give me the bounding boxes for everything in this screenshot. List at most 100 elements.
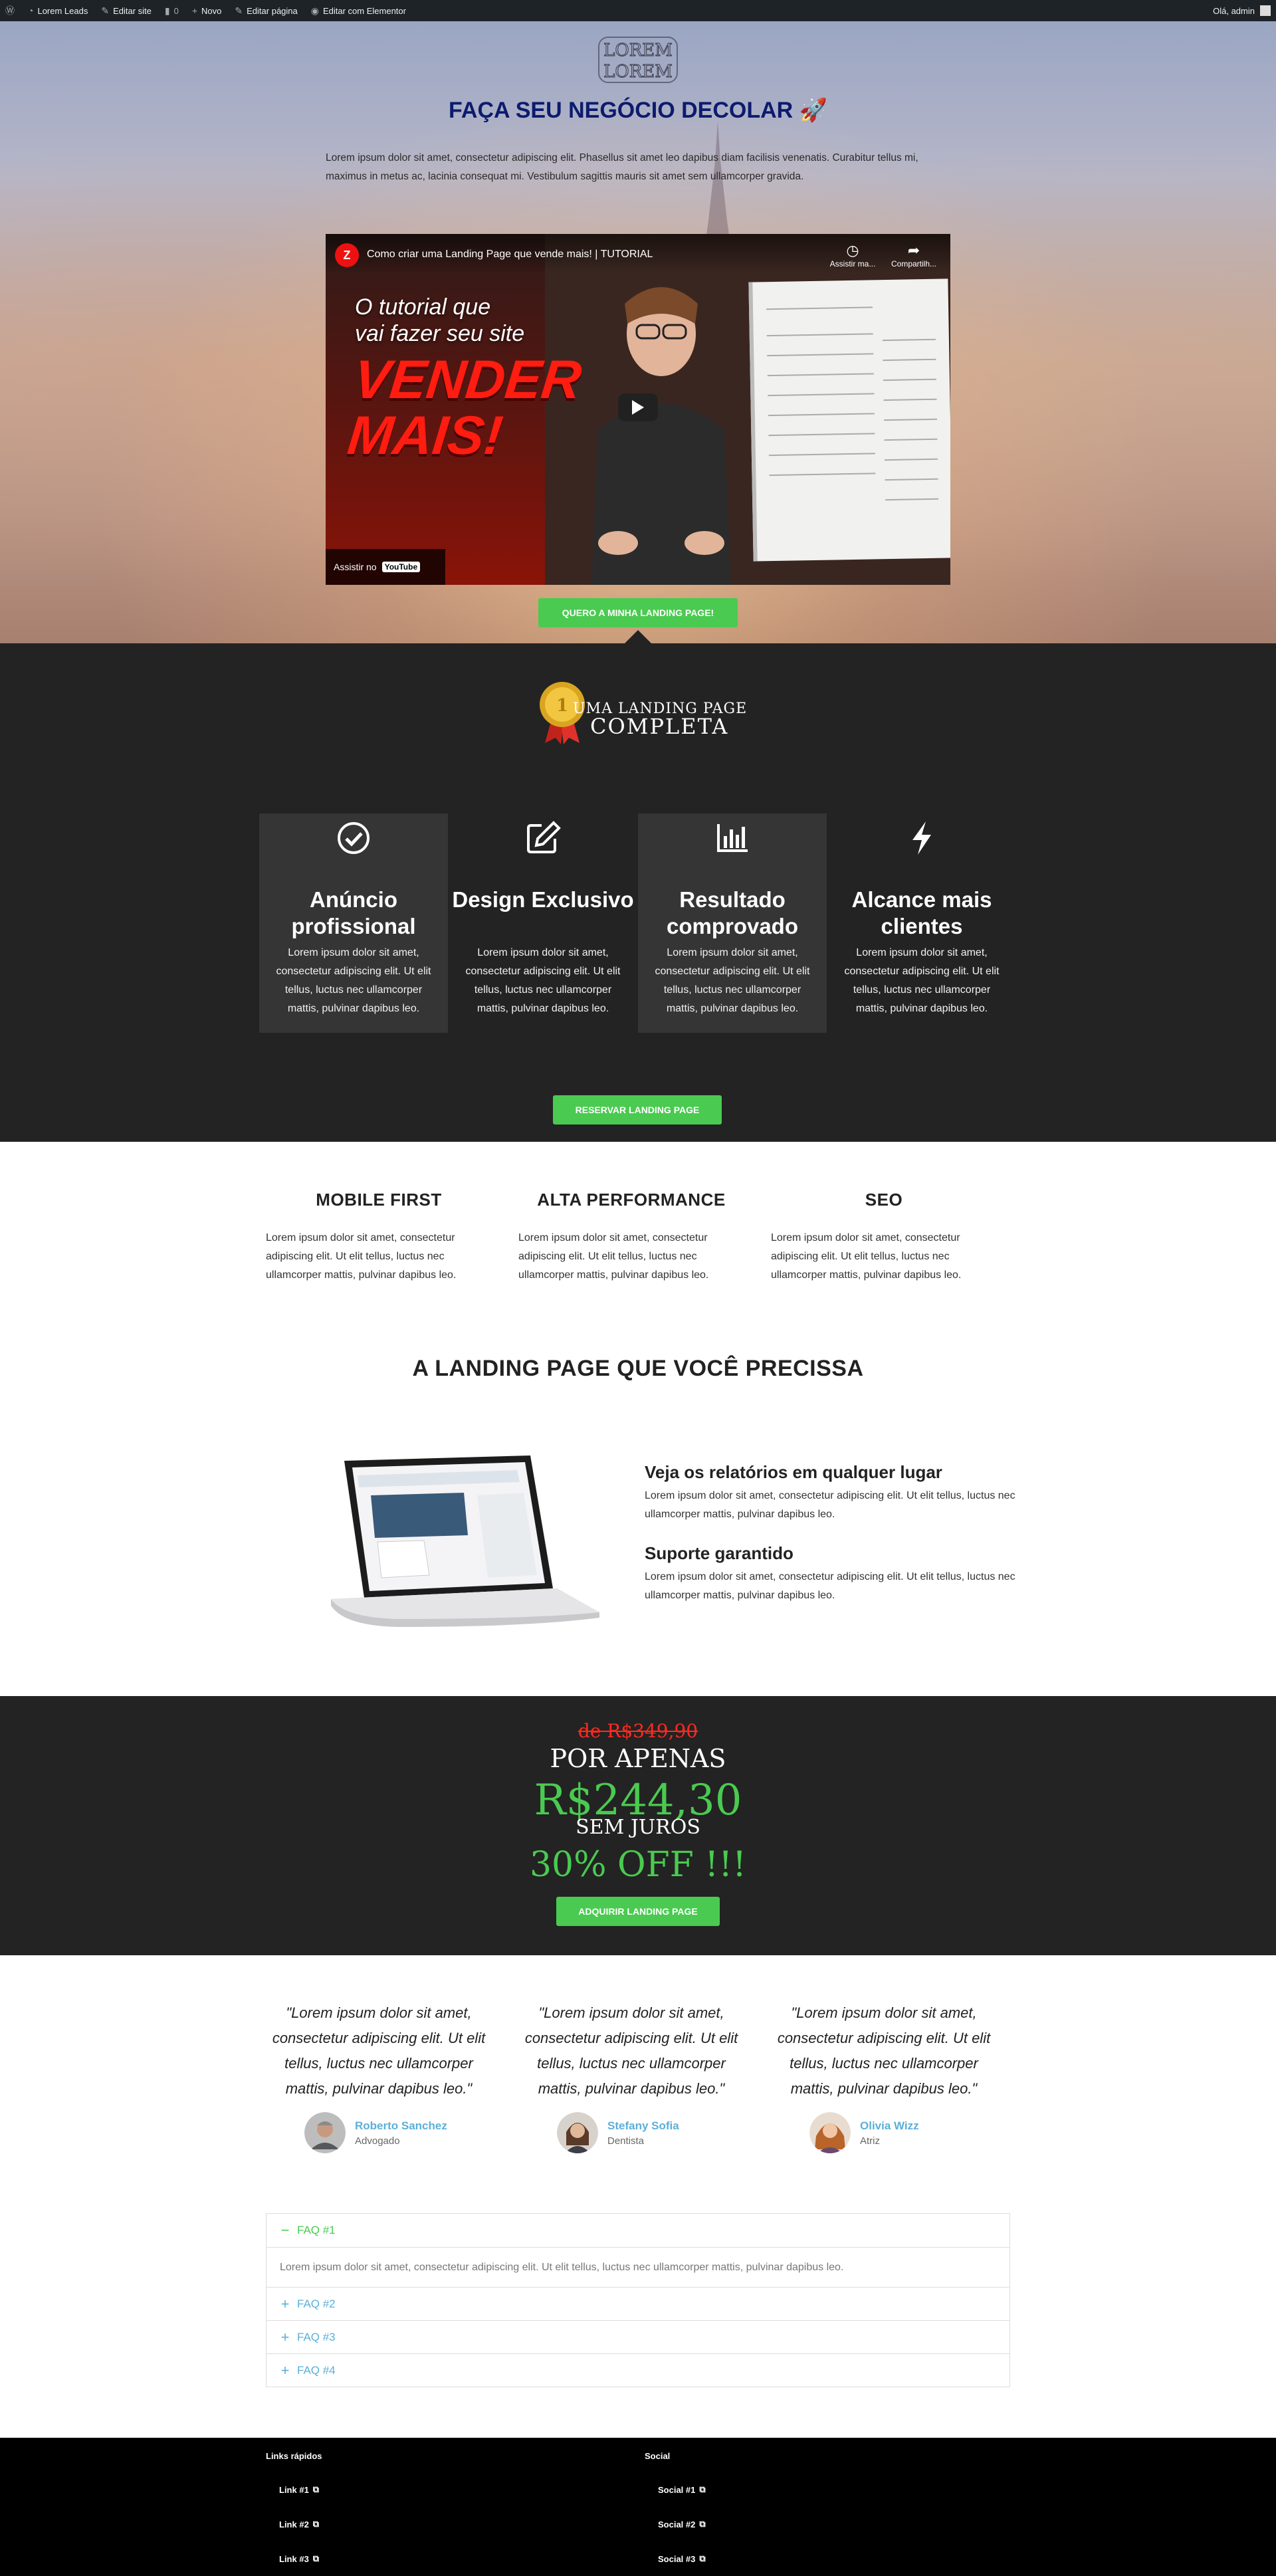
share-arrow-icon: ➦ [907,242,920,259]
watch-later-button[interactable]: ◷ Assistir ma... [823,242,883,268]
elementor-link[interactable]: ◉ Editar com Elementor [311,5,406,17]
support-text: Lorem ipsum dolor sit amet, consectetur … [645,1571,1015,1601]
account-menu[interactable]: Olá, admin [1213,5,1271,16]
reserve-button[interactable]: RESERVAR LANDING PAGE [553,1095,722,1125]
social-link[interactable]: Social #1 ⧉ [658,2484,706,2495]
edit-site-link[interactable]: ✎ Editar site [101,5,152,17]
badge-title-line2: COMPLETA [590,714,729,739]
plus-icon: + [280,2328,290,2345]
feature-title: Alcance mais clientes [851,887,992,938]
quick-links-title: Links rápidos [266,2451,322,2461]
external-link-icon: ⧉ [312,2484,320,2494]
edit-icon [449,820,637,856]
plus-icon: + [191,5,198,16]
faq-toggle[interactable]: + FAQ #2 [266,2287,1010,2320]
social-link[interactable]: Social #3 ⧉ [658,2553,706,2564]
site-name-link[interactable]: ◔ Lorem Leads [28,5,88,16]
share-button[interactable]: ➦ Compartilh... [884,242,944,268]
faq-toggle[interactable]: − FAQ #1 [266,2214,1010,2247]
testimonial-name[interactable]: Olivia Wizz [860,2119,919,2133]
report-title: Veja os relatórios em qualquer lugar [645,1462,942,1482]
logo-text-top: LOREM [603,41,673,60]
video-title[interactable]: Como criar uma Landing Page que vende ma… [367,249,653,261]
column-text: Lorem ipsum dolor sit amet, consectetur … [771,1232,962,1281]
feature-title: Design Exclusivo [452,887,634,912]
footer-link[interactable]: Link #3 ⧉ [279,2553,319,2564]
plus-icon: + [280,2361,290,2379]
pencil-icon: ✎ [235,5,243,16]
plus-icon: + [280,2295,290,2312]
testimonial-name[interactable]: Stefany Sofia [607,2119,679,2133]
external-link-icon: ⧉ [699,2484,706,2494]
watch-on-youtube-link[interactable]: Assistir no YouTube [326,549,445,585]
hero-description: Lorem ipsum dolor sit amet, consectetur … [326,152,918,182]
testimonial: "Lorem ipsum dolor sit amet, consectetur… [518,2000,744,2153]
feature-text: Lorem ipsum dolor sit amet, consectetur … [276,947,431,1014]
new-content-link[interactable]: + Novo [192,5,222,16]
info-column: MOBILE FIRST Lorem ipsum dolor sit amet,… [266,1190,492,1285]
column-title: ALTA PERFORMANCE [537,1190,726,1210]
feature-text: Lorem ipsum dolor sit amet, consectetur … [655,947,810,1014]
testimonial-role: Dentista [607,2135,645,2147]
feature-card: Design Exclusivo Lorem ipsum dolor sit a… [449,813,637,1033]
wordpress-logo-icon[interactable]: Ⓦ [5,4,15,17]
column-text: Lorem ipsum dolor sit amet, consectetur … [518,1232,709,1281]
external-link-icon: ⧉ [312,2519,320,2529]
dashboard-icon: ◔ [28,5,34,16]
footer-link[interactable]: Link #2 ⧉ [279,2519,319,2529]
site-footer: Links rápidos Social Link #1 ⧉ Link #2 ⧉ L… [0,2438,1276,2576]
faq-accordion: − FAQ #1 Lorem ipsum dolor sit amet, cons… [266,2213,1010,2387]
testimonial-role: Atriz [860,2135,880,2147]
testimonial-quote: "Lorem ipsum dolor sit amet, consectetur… [272,2004,486,2097]
column-title: MOBILE FIRST [316,1190,442,1210]
external-link-icon: ⧉ [699,2553,706,2563]
youtube-logo-icon: YouTube [381,562,421,572]
bar-chart-icon [638,820,827,856]
info-column: SEO Lorem ipsum dolor sit amet, consecte… [771,1190,997,1285]
no-interest-label: SEM JUROS [576,1816,700,1839]
video-overlay-text: O tutorial que vai fazer seu site [355,294,525,346]
logo-text-bottom: LOREM [603,62,673,82]
clock-icon: ◷ [846,242,859,259]
video-presenter-image [591,287,731,585]
old-price: de R$349,90 [578,1720,698,1742]
column-text: Lorem ipsum dolor sit amet, consectetur … [266,1232,457,1281]
hero-cta-button[interactable]: QUERO A MINHA LANDING PAGE! [538,598,738,627]
avatar [1260,5,1271,16]
video-thumbnail-whiteboard [748,278,950,562]
support-title: Suporte garantido [645,1543,794,1563]
testimonial-quote: "Lorem ipsum dolor sit amet, consectetur… [524,2004,738,2097]
section-title: A LANDING PAGE QUE VOCÊ PRECISSA [412,1356,864,1381]
avatar [557,2112,598,2153]
laptop-image [331,1455,599,1627]
faq-toggle[interactable]: + FAQ #4 [266,2353,1010,2387]
edit-page-link[interactable]: ✎ Editar página [235,5,297,17]
channel-logo-icon[interactable]: Z [335,243,359,267]
hero-title: FAÇA SEU NEGÓCIO DECOLAR 🚀 [449,98,827,123]
testimonial: "Lorem ipsum dolor sit amet, consectetur… [771,2000,997,2153]
avatar [809,2112,851,2153]
feature-text: Lorem ipsum dolor sit amet, consectetur … [844,947,1000,1014]
video-overlay-headline: VENDER MAIS! [344,350,584,466]
feature-card: Anúncio profissional Lorem ipsum dolor s… [259,813,448,1033]
youtube-video-embed[interactable]: Z Como criar uma Landing Page que vende … [326,234,950,585]
play-button[interactable] [618,393,658,421]
social-link[interactable]: Social #2 ⧉ [658,2519,706,2529]
footer-link[interactable]: Link #1 ⧉ [279,2484,319,2495]
testimonial: "Lorem ipsum dolor sit amet, consectetur… [266,2000,492,2153]
check-circle-icon [259,820,448,856]
testimonial-role: Advogado [355,2135,400,2147]
faq-toggle[interactable]: + FAQ #3 [266,2320,1010,2353]
hero-section: LOREM LOREM FAÇA SEU NEGÓCIO DECOLAR 🚀 L… [0,21,1276,643]
elementor-icon: ◉ [310,5,319,16]
testimonial-name[interactable]: Roberto Sanchez [355,2119,447,2133]
testimonial-quote: "Lorem ipsum dolor sit amet, consectetur… [777,2004,991,2097]
buy-button[interactable]: ADQUIRIR LANDING PAGE [556,1897,720,1926]
external-link-icon: ⧉ [699,2519,706,2529]
feature-title: Anúncio profissional [291,887,416,938]
report-feature: Veja os relatórios em qualquer lugar Lor… [645,1462,1017,1524]
svg-text:1: 1 [556,696,568,716]
feature-title: Resultado comprovado [666,887,799,938]
comments-link[interactable]: ▮ 0 [165,5,179,17]
social-title: Social [645,2451,671,2461]
